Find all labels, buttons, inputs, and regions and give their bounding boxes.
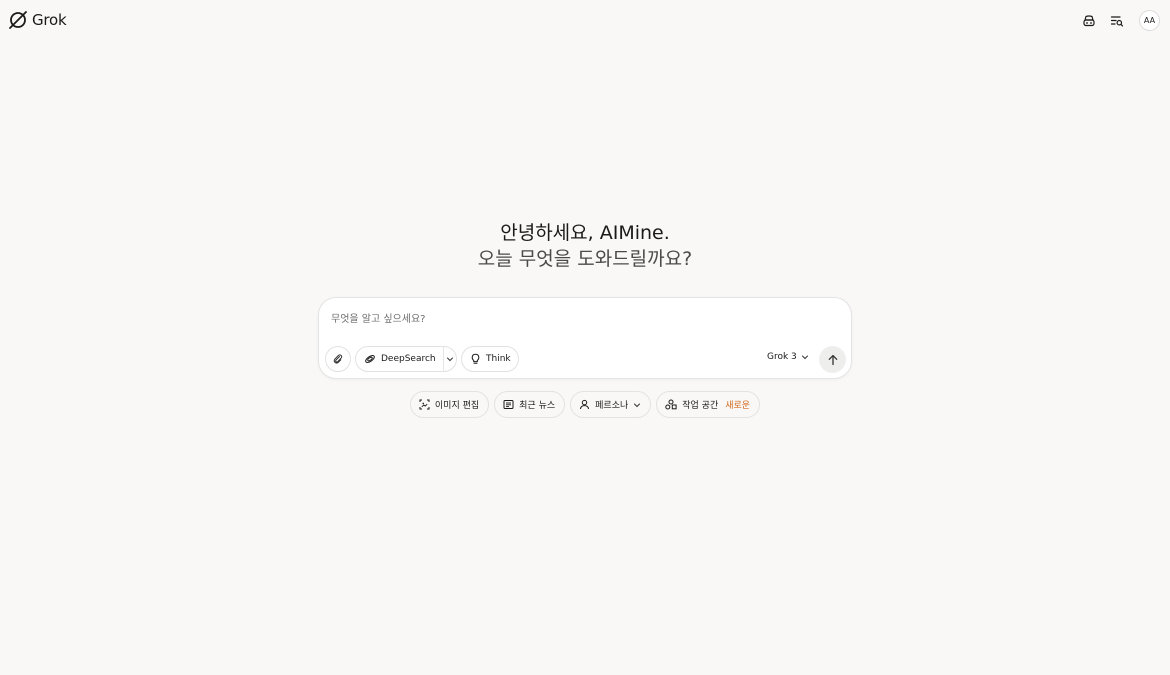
suggestion-image-edit[interactable]: 이미지 편집 [409, 391, 490, 418]
arrow-up-icon [828, 354, 837, 365]
top-right-actions: AA [1079, 10, 1160, 31]
model-selector[interactable]: Grok 3 [767, 352, 809, 362]
deepsearch-label: DeepSearch [381, 354, 436, 364]
message-input[interactable] [331, 310, 831, 328]
newspaper-icon [503, 400, 514, 409]
chevron-down-icon [801, 355, 808, 360]
think-label: Think [486, 354, 511, 364]
message-composer: DeepSearch Think Grok 3 [318, 297, 852, 379]
image-edit-icon [419, 399, 430, 410]
workspace-icon [665, 399, 677, 410]
new-badge: 새로운 [725, 401, 751, 411]
deepsearch-options-button[interactable] [444, 347, 456, 371]
model-label: Grok 3 [767, 352, 797, 362]
deepsearch-main[interactable]: DeepSearch [364, 347, 444, 371]
paperclip-icon [333, 354, 343, 364]
greeting-title: 안녕하세요, AIMine. [500, 222, 670, 244]
suggestion-persona[interactable]: 페르소나 [570, 391, 652, 418]
person-icon [580, 399, 590, 410]
think-toggle[interactable]: Think [461, 346, 519, 372]
deepsearch-toggle[interactable]: DeepSearch [355, 346, 457, 372]
send-button[interactable] [819, 346, 846, 373]
chevron-down-icon [634, 403, 641, 407]
suggestion-label: 페르소나 [595, 401, 629, 411]
suggestion-label: 작업 공간 [682, 401, 719, 411]
grok-logo-icon [9, 11, 27, 29]
chevron-down-icon [446, 357, 453, 362]
chat-history-button[interactable] [1107, 11, 1127, 31]
suggestion-workspace[interactable]: 작업 공간 새로운 [656, 391, 761, 418]
suggestion-chips: 이미지 편집 최근 뉴스 페르소나 작업 공간 새로운 [0, 391, 1170, 418]
top-bar: Grok AA [0, 0, 1170, 42]
suggestion-recent-news[interactable]: 최근 뉴스 [494, 391, 566, 418]
incognito-icon [1083, 14, 1095, 26]
greeting-subtitle: 오늘 무엇을 도와드릴까요? [477, 248, 693, 270]
deepsearch-icon [365, 355, 375, 363]
app-name: Grok [32, 11, 67, 29]
lightbulb-icon [471, 353, 480, 364]
suggestion-label: 이미지 편집 [434, 401, 480, 411]
greeting: 안녕하세요, AIMine. 오늘 무엇을 도와드릴까요? [0, 220, 1170, 272]
attach-button[interactable] [325, 346, 351, 372]
grok-logo[interactable]: Grok [8, 10, 67, 30]
incognito-button[interactable] [1079, 11, 1099, 31]
suggestion-label: 최근 뉴스 [519, 401, 556, 411]
chat-history-icon [1110, 15, 1124, 26]
avatar[interactable]: AA [1139, 10, 1160, 31]
